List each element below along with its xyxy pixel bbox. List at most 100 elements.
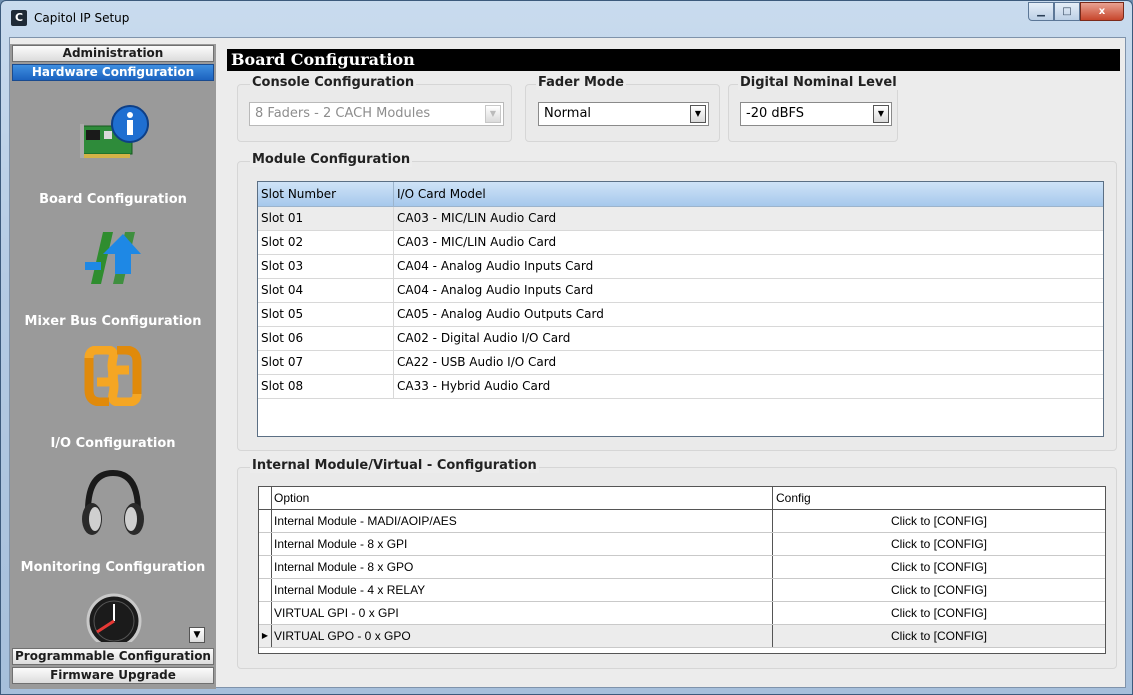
card-model-cell: CA05 - Analog Audio Outputs Card	[397, 307, 604, 321]
row-header	[259, 533, 272, 555]
chevron-down-icon: ▼	[485, 105, 501, 123]
table-row[interactable]: Internal Module - 8 x GPO Click to [CONFI…	[259, 556, 1105, 579]
maximize-button[interactable]: □	[1054, 2, 1080, 21]
table-row[interactable]: Internal Module - 8 x GPI Click to [CONFI…	[259, 533, 1105, 556]
caption-buttons: ▁ □ x	[1028, 2, 1124, 22]
nav-item-label: Monitoring Configuration	[20, 560, 206, 575]
option-cell: VIRTUAL GPO - 0 x GPO	[272, 625, 773, 647]
main-panel: Board Configuration Console Configuratio…	[222, 44, 1125, 684]
config-link-cell[interactable]: Click to [CONFIG]	[773, 579, 1105, 601]
nav-item-clock[interactable]	[10, 592, 216, 652]
slot-cell: Slot 02	[258, 231, 394, 254]
window-title: Capitol IP Setup	[34, 11, 130, 25]
config-link-cell[interactable]: Click to [CONFIG]	[773, 625, 1105, 647]
column-header-io-card-model[interactable]: I/O Card Model	[394, 182, 1103, 206]
nav-item-mixer-bus-configuration[interactable]: Mixer Bus Configuration	[10, 224, 216, 334]
fader-mode-select[interactable]: Normal ▼	[538, 102, 709, 126]
table-row[interactable]: Slot 02 CA03 - MIC/LIN Audio Card	[258, 231, 1103, 255]
nav-item-label: I/O Configuration	[50, 436, 176, 451]
card-model-cell: CA03 - MIC/LIN Audio Card	[397, 211, 557, 225]
mixer-bus-arrows-icon	[85, 232, 141, 284]
nav-item-label: Mixer Bus Configuration	[24, 314, 202, 329]
table-header: Slot Number I/O Card Model	[258, 182, 1103, 207]
table-row[interactable]: Slot 07 CA22 - USB Audio I/O Card	[258, 351, 1103, 375]
row-header	[259, 602, 272, 624]
chevron-down-icon: ▼	[873, 105, 889, 123]
nav-item-io-configuration[interactable]: I/O Configuration	[10, 346, 216, 456]
table-row[interactable]: Slot 01 CA03 - MIC/LIN Audio Card	[258, 207, 1103, 231]
option-cell: Internal Module - MADI/AOIP/AES	[272, 510, 773, 532]
slot-cell: Slot 04	[258, 279, 394, 302]
console-configuration-value: 8 Faders - 2 CACH Modules	[255, 106, 431, 121]
card-model-cell: CA04 - Analog Audio Inputs Card	[397, 283, 594, 297]
nav-programmable-configuration-button[interactable]: Programmable Configuration	[12, 648, 214, 665]
slot-cell: Slot 08	[258, 375, 394, 398]
nav-item-board-configuration[interactable]: Board Configuration	[10, 104, 216, 209]
chevron-down-icon: ▼	[690, 105, 706, 123]
row-pointer-icon: ▶	[259, 625, 272, 647]
nav-hardware-configuration-button[interactable]: Hardware Configuration	[12, 64, 214, 81]
config-link-cell[interactable]: Click to [CONFIG]	[773, 602, 1105, 624]
slot-cell: Slot 05	[258, 303, 394, 326]
slot-cell: Slot 03	[258, 255, 394, 278]
card-model-cell: CA22 - USB Audio I/O Card	[397, 355, 557, 369]
internal-module-configuration-table[interactable]: Option Config Internal Module - MADI/AOI…	[258, 486, 1106, 654]
module-configuration-label: Module Configuration	[250, 152, 413, 167]
table-row[interactable]: Slot 08 CA33 - Hybrid Audio Card	[258, 375, 1103, 399]
digital-nominal-level-value: -20 dBFS	[746, 106, 805, 121]
nav-firmware-upgrade-button[interactable]: Firmware Upgrade	[12, 667, 214, 684]
minimize-button[interactable]: ▁	[1028, 2, 1054, 21]
console-configuration-label: Console Configuration	[250, 75, 417, 90]
row-header-corner	[259, 487, 272, 509]
row-header	[259, 579, 272, 601]
row-header	[259, 510, 272, 532]
card-model-cell: CA03 - MIC/LIN Audio Card	[397, 235, 557, 249]
sidebar: Administration Hardware Configuration Bo…	[10, 44, 216, 689]
board-info-icon	[80, 105, 149, 158]
client-area: Administration Hardware Configuration Bo…	[9, 37, 1126, 689]
nav-item-label: Board Configuration	[39, 192, 187, 207]
option-cell: Internal Module - 4 x RELAY	[272, 579, 773, 601]
table-row[interactable]: Slot 06 CA02 - Digital Audio I/O Card	[258, 327, 1103, 351]
column-header-option[interactable]: Option	[272, 487, 773, 509]
close-button[interactable]: x	[1080, 2, 1124, 21]
table-row[interactable]: Slot 04 CA04 - Analog Audio Inputs Card	[258, 279, 1103, 303]
module-configuration-table[interactable]: Slot Number I/O Card Model Slot 01 CA03 -…	[257, 181, 1104, 437]
nav-item-monitoring-configuration[interactable]: Monitoring Configuration	[10, 467, 216, 579]
title-bar: C Capitol IP Setup ▁ □ x	[1, 1, 1132, 37]
console-configuration-select[interactable]: 8 Faders - 2 CACH Modules ▼	[249, 102, 504, 126]
fader-mode-label: Fader Mode	[536, 75, 626, 90]
config-link-cell[interactable]: Click to [CONFIG]	[773, 510, 1105, 532]
table-row[interactable]: VIRTUAL GPI - 0 x GPI Click to [CONFIG]	[259, 602, 1105, 625]
column-header-config[interactable]: Config	[773, 487, 1105, 509]
table-row[interactable]: Internal Module - MADI/AOIP/AES Click to …	[259, 510, 1105, 533]
slot-cell: Slot 06	[258, 327, 394, 350]
app-logo-icon: C	[11, 10, 27, 26]
slot-cell: Slot 07	[258, 351, 394, 374]
page-title: Board Configuration	[227, 49, 1120, 71]
card-model-cell: CA04 - Analog Audio Inputs Card	[397, 259, 594, 273]
table-header: Option Config	[259, 487, 1105, 510]
card-model-cell: CA02 - Digital Audio I/O Card	[397, 331, 571, 345]
column-header-slot-number[interactable]: Slot Number	[258, 182, 394, 206]
table-row[interactable]: ▶ VIRTUAL GPO - 0 x GPO Click to [CONFIG]	[259, 625, 1105, 648]
config-link-cell[interactable]: Click to [CONFIG]	[773, 533, 1105, 555]
fader-mode-value: Normal	[544, 106, 592, 121]
row-header	[259, 556, 272, 578]
headphones-icon	[82, 469, 144, 535]
nav-administration-button[interactable]: Administration	[12, 45, 214, 62]
io-loop-icon	[84, 346, 142, 406]
option-cell: VIRTUAL GPI - 0 x GPI	[272, 602, 773, 624]
digital-nominal-level-select[interactable]: -20 dBFS ▼	[740, 102, 892, 126]
clock-gauge-icon	[86, 593, 142, 642]
config-link-cell[interactable]: Click to [CONFIG]	[773, 556, 1105, 578]
option-cell: Internal Module - 8 x GPI	[272, 533, 773, 555]
table-row[interactable]: Slot 03 CA04 - Analog Audio Inputs Card	[258, 255, 1103, 279]
sidebar-scroll-down-button[interactable]: ▼	[189, 627, 205, 643]
table-row[interactable]: Internal Module - 4 x RELAY Click to [CON…	[259, 579, 1105, 602]
internal-module-configuration-label: Internal Module/Virtual - Configuration	[250, 458, 539, 473]
card-model-cell: CA33 - Hybrid Audio Card	[397, 379, 551, 393]
table-row[interactable]: Slot 05 CA05 - Analog Audio Outputs Card	[258, 303, 1103, 327]
digital-nominal-level-label: Digital Nominal Level	[738, 75, 899, 90]
slot-cell: Slot 01	[258, 207, 394, 230]
